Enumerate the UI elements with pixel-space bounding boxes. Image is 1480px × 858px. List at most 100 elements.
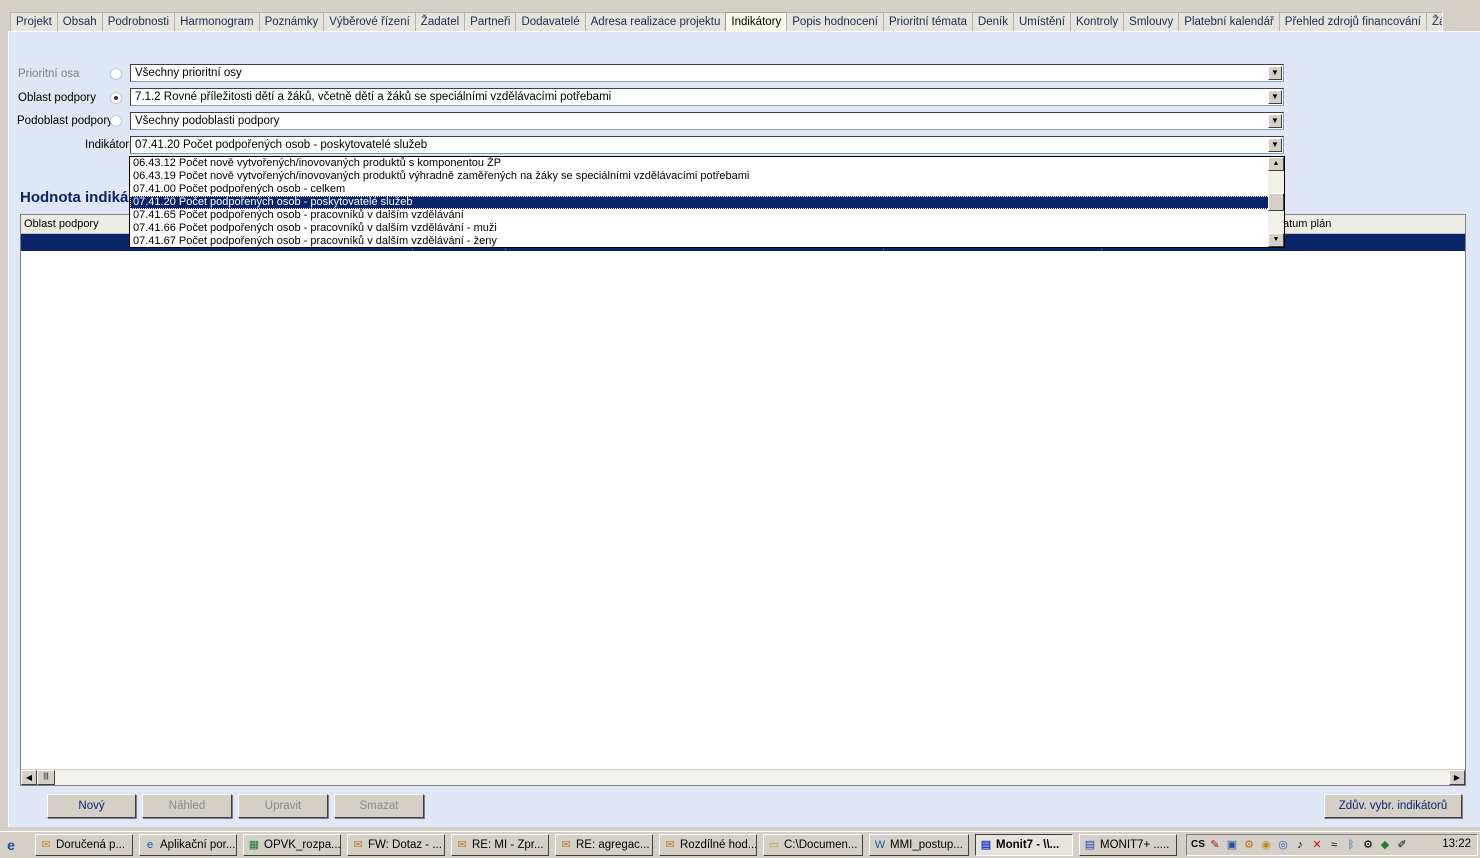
folder-icon: ▭ bbox=[768, 839, 780, 851]
monit-icon: ▤ bbox=[1084, 839, 1096, 851]
browser-icon[interactable]: e bbox=[3, 837, 19, 853]
delete-button[interactable]: Smazat bbox=[334, 794, 424, 818]
tab-v-b-rov-zen-[interactable]: Výběrové řízení bbox=[323, 12, 416, 32]
taskbar-button[interactable]: ▤ Monit7 - \\... bbox=[975, 834, 1073, 856]
monit-icon: ▤ bbox=[980, 839, 992, 851]
tab-smlouvy[interactable]: Smlouvy bbox=[1123, 12, 1180, 32]
pen-icon[interactable]: ✎ bbox=[1208, 838, 1222, 852]
sync-icon[interactable]: ◎ bbox=[1276, 838, 1290, 852]
dropdown-option[interactable]: 07.41.65 Počet podpořených osob - pracov… bbox=[130, 209, 1284, 222]
scroll-down-icon[interactable]: ▼ bbox=[1268, 233, 1284, 247]
taskbar-button[interactable]: ✉ RE: agregac... bbox=[555, 834, 653, 856]
tab--adatel[interactable]: Žadatel bbox=[414, 12, 466, 32]
preview-button[interactable]: Náhled bbox=[142, 794, 232, 818]
horizontal-scrollbar[interactable]: ◀ ||| ▶ bbox=[21, 769, 1465, 785]
dropdown-scrollbar[interactable]: ▲ ▼ bbox=[1268, 157, 1284, 247]
mail-icon: ✉ bbox=[353, 839, 363, 851]
indicator-dropdown-list[interactable]: 06.43.12 Počet nově vytvořených/inovovan… bbox=[129, 156, 1285, 248]
tab-p-ehled-zdroj-financov-n-[interactable]: Přehled zdrojů financování bbox=[1278, 12, 1427, 32]
tab-prioritn-t-mata[interactable]: Prioritní témata bbox=[882, 12, 973, 32]
priority-axis-radio[interactable] bbox=[110, 68, 122, 80]
taskbar-button[interactable]: ✉ Doručená p... bbox=[35, 834, 133, 856]
mail-icon: ✉ bbox=[665, 839, 675, 851]
support-area-radio[interactable] bbox=[110, 92, 122, 104]
tools-icon[interactable]: ✐ bbox=[1395, 838, 1409, 852]
bluetooth-icon[interactable]: ᛒ bbox=[1344, 838, 1358, 852]
volume-icon[interactable]: ♪ bbox=[1293, 838, 1307, 852]
support-area-combo[interactable]: 7.1.2 Rovné příležitosti dětí a žáků, vč… bbox=[130, 88, 1284, 106]
tab-partne-i[interactable]: Partneři bbox=[464, 12, 517, 32]
dropdown-option[interactable]: 07.41.20 Počet podpořených osob - poskyt… bbox=[130, 196, 1284, 209]
tab-bar: Projekt Obsah Podrobnosti Harmonogram Poznám… bbox=[0, 0, 1480, 32]
taskbar-button-label: RE: MI - Zpr... bbox=[472, 839, 544, 851]
taskbar-button[interactable]: ▭ C:\Documen... bbox=[763, 834, 863, 856]
scroll-thumb[interactable] bbox=[1268, 193, 1284, 211]
taskbar-button-label: C:\Documen... bbox=[784, 839, 858, 851]
priority-axis-combo[interactable]: Všechny prioritní osy ▼ bbox=[130, 64, 1284, 82]
tab-podrobnosti[interactable]: Podrobnosti bbox=[101, 12, 176, 32]
support-subarea-value: Všechny podoblasti podpory bbox=[135, 115, 280, 127]
taskbar-button-label: MONIT7+ ..... bbox=[1100, 839, 1170, 851]
dropdown-option[interactable]: 07.41.00 Počet podpořených osob - celkem bbox=[130, 183, 1284, 196]
system-tray: CS ✎ ▣ ⚙ ◉ ◎ ♪ ✕ ≈ ᛒ ⚙ ◆ ✐ 13:22 bbox=[1186, 834, 1478, 856]
dropdown-option[interactable]: 06.43.19 Počet nově vytvořených/inovovan… bbox=[130, 170, 1284, 183]
tab-um-st-n-[interactable]: Umístění bbox=[1012, 12, 1071, 32]
priority-axis-value: Všechny prioritní osy bbox=[135, 67, 242, 79]
justify-indicators-button[interactable]: Zdův. vybr. indikátorů bbox=[1324, 794, 1462, 818]
chevron-down-icon[interactable]: ▼ bbox=[1268, 114, 1282, 128]
dropdown-option[interactable]: 07.41.66 Počet podpořených osob - pracov… bbox=[130, 222, 1284, 235]
tab-dodavatel-[interactable]: Dodavatelé bbox=[515, 12, 586, 32]
scroll-up-icon[interactable]: ▲ bbox=[1268, 157, 1284, 171]
indicator-values-grid[interactable]: Oblast podpory atum plán ◀ ||| ▶ bbox=[20, 214, 1466, 786]
tab-projekt[interactable]: Projekt bbox=[10, 12, 58, 32]
scroll-right-icon[interactable]: ▶ bbox=[1449, 770, 1465, 785]
chevron-down-icon[interactable]: ▼ bbox=[1268, 90, 1282, 104]
column-header-support-area[interactable]: Oblast podpory bbox=[24, 218, 99, 230]
taskbar-button-label: Doručená p... bbox=[56, 839, 126, 851]
priority-axis-label: Prioritní osa bbox=[18, 68, 80, 80]
column-header-date-plan[interactable]: atum plán bbox=[1283, 218, 1331, 230]
tab-adresa-realizace-projektu[interactable]: Adresa realizace projektu bbox=[584, 12, 727, 32]
taskbar-button-label: Monit7 - \\... bbox=[996, 839, 1060, 851]
security-icon[interactable]: ◆ bbox=[1378, 838, 1392, 852]
tab-popis-hodnocen-[interactable]: Popis hodnocení bbox=[786, 12, 884, 32]
taskbar-button-label: Aplikační por... bbox=[160, 839, 236, 851]
clock[interactable]: 13:22 bbox=[1442, 838, 1471, 850]
tab-den-k[interactable]: Deník bbox=[971, 12, 1014, 32]
dropdown-option[interactable]: 06.43.12 Počet nově vytvořených/inovovan… bbox=[130, 157, 1284, 170]
tab-pozn-mky[interactable]: Poznámky bbox=[258, 12, 325, 32]
scroll-left-icon[interactable]: ◀ bbox=[21, 770, 37, 785]
outlook-icon: ✉ bbox=[41, 839, 51, 851]
tab-indik-tory[interactable]: Indikátory bbox=[725, 12, 788, 32]
taskbar-button-label: MMI_postup... bbox=[890, 839, 963, 851]
dropdown-option[interactable]: 07.41.67 Počet podpořených osob - pracov… bbox=[130, 235, 1284, 247]
tab-platebn-kalend-[interactable]: Platební kalendář bbox=[1178, 12, 1280, 32]
language-indicator[interactable]: CS bbox=[1191, 838, 1205, 852]
taskbar-button[interactable]: ✉ FW: Dotaz - ... bbox=[347, 834, 445, 856]
support-subarea-combo[interactable]: Všechny podoblasti podpory ▼ bbox=[130, 112, 1284, 130]
taskbar-button[interactable]: e Aplikační por... bbox=[139, 834, 237, 856]
taskbar-button[interactable]: ✉ RE: MI - Zpr... bbox=[451, 834, 549, 856]
word-icon: W bbox=[874, 839, 886, 851]
chevron-down-icon[interactable]: ▼ bbox=[1268, 66, 1282, 80]
tab-kontroly[interactable]: Kontroly bbox=[1069, 12, 1125, 32]
taskbar-button-label: FW: Dotaz - ... bbox=[368, 839, 442, 851]
taskbar-button[interactable]: ▤ MONIT7+ ..... bbox=[1079, 834, 1177, 856]
network-icon[interactable]: ⚙ bbox=[1242, 838, 1256, 852]
scroll-thumb[interactable]: ||| bbox=[37, 770, 55, 785]
network-error-icon[interactable]: ✕ bbox=[1310, 838, 1324, 852]
edit-button[interactable]: Upravit bbox=[238, 794, 328, 818]
indicator-combo[interactable]: 07.41.20 Počet podpořených osob - poskyt… bbox=[130, 136, 1284, 154]
taskbar-button[interactable]: ✉ Rozdílné hod... bbox=[659, 834, 757, 856]
tab-harmonogram[interactable]: Harmonogram bbox=[174, 12, 260, 32]
taskbar-button[interactable]: ▦ OPVK_rozpa... bbox=[243, 834, 341, 856]
wifi-icon[interactable]: ≈ bbox=[1327, 838, 1341, 852]
shield-icon[interactable]: ◉ bbox=[1259, 838, 1273, 852]
support-subarea-radio[interactable] bbox=[110, 115, 122, 127]
taskbar-button[interactable]: W MMI_postup... bbox=[869, 834, 969, 856]
tab-obsah[interactable]: Obsah bbox=[56, 12, 103, 32]
settings-icon[interactable]: ⚙ bbox=[1361, 838, 1375, 852]
monitor-icon[interactable]: ▣ bbox=[1225, 838, 1239, 852]
chevron-down-icon[interactable]: ▼ bbox=[1268, 138, 1282, 152]
new-button[interactable]: Nový bbox=[47, 794, 136, 818]
